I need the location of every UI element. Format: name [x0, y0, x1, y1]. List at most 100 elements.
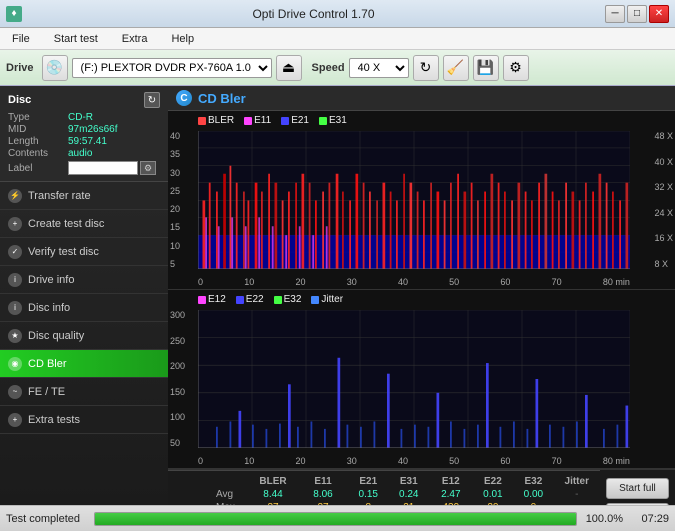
disc-label-gear-button[interactable]: ⚙ — [140, 161, 156, 175]
y2-label-100: 100 — [170, 412, 185, 422]
y-label-35: 35 — [170, 149, 180, 159]
drive-icon-button[interactable]: 💿 — [42, 55, 68, 81]
restore-button[interactable]: □ — [627, 5, 647, 23]
disc-contents-label: Contents — [8, 148, 68, 159]
menu-file[interactable]: File — [4, 31, 38, 47]
legend-e11: E11 — [244, 115, 271, 126]
x-label-20: 20 — [295, 277, 305, 287]
legend-e22-color — [236, 296, 244, 304]
disc-label-label: Label — [8, 163, 68, 174]
x2-label-0: 0 — [198, 456, 203, 466]
y2-label-200: 200 — [170, 361, 185, 371]
speed-24x: 24 X — [654, 208, 673, 218]
x2-label-40: 40 — [398, 456, 408, 466]
progress-bar-fill — [95, 513, 576, 525]
clear-button[interactable]: 🧹 — [443, 55, 469, 81]
disc-label-input[interactable] — [68, 161, 138, 175]
disc-title: Disc — [8, 94, 31, 106]
disc-refresh-button[interactable]: ↻ — [144, 92, 160, 108]
legend-e31-color — [319, 117, 327, 125]
disc-info-icon: i — [8, 301, 22, 315]
start-full-button[interactable]: Start full — [606, 478, 669, 499]
speed-48x: 48 X — [654, 131, 673, 141]
app-icon: ♦ — [6, 6, 22, 22]
disc-type-label: Type — [8, 112, 68, 123]
speed-32x: 32 X — [654, 182, 673, 192]
avg-e22: 0.01 — [473, 488, 513, 501]
sidebar-item-extra-tests[interactable]: + Extra tests — [0, 406, 168, 434]
create-test-disc-icon: + — [8, 217, 22, 231]
x-label-10: 10 — [244, 277, 254, 287]
sidebar-item-drive-info[interactable]: i Drive info — [0, 266, 168, 294]
eject-button[interactable]: ⏏ — [276, 55, 302, 81]
disc-length-value: 59:57.41 — [68, 136, 107, 147]
menu-start-test[interactable]: Start test — [46, 31, 106, 47]
app-title: Opti Drive Control 1.70 — [22, 7, 605, 21]
drive-info-icon: i — [8, 273, 22, 287]
avg-e31: 0.24 — [389, 488, 429, 501]
main-layout: Disc ↻ Type CD-R MID 97m26s66f Length 59… — [0, 86, 675, 531]
sidebar-item-verify-test-disc[interactable]: ✓ Verify test disc — [0, 238, 168, 266]
charts-container: BLER E11 E21 E31 — [168, 111, 675, 531]
refresh-button[interactable]: ↻ — [413, 55, 439, 81]
legend-e12: E12 — [198, 294, 226, 305]
y2-label-150: 150 — [170, 387, 185, 397]
speed-16x: 16 X — [654, 233, 673, 243]
legend-bler-color — [198, 117, 206, 125]
settings-button[interactable]: ⚙ — [503, 55, 529, 81]
drive-select[interactable]: (F:) PLEXTOR DVDR PX-760A 1.07 — [72, 58, 272, 78]
y2-label-300: 300 — [170, 310, 185, 320]
chart-header: C CD Bler — [168, 86, 675, 111]
progress-time: 07:29 — [629, 513, 669, 525]
sidebar: Disc ↻ Type CD-R MID 97m26s66f Length 59… — [0, 86, 168, 531]
speed-40x: 40 X — [654, 157, 673, 167]
menu-help[interactable]: Help — [163, 31, 202, 47]
x2-label-10: 10 — [244, 456, 254, 466]
disc-mid-label: MID — [8, 124, 68, 135]
menu-extra[interactable]: Extra — [114, 31, 156, 47]
col-header-e31: E31 — [389, 475, 429, 488]
col-header-bler: BLER — [248, 475, 298, 488]
y-label-25: 25 — [170, 186, 180, 196]
sidebar-item-cd-bler[interactable]: ◉ CD Bler — [0, 350, 168, 378]
legend-e11-color — [244, 117, 252, 125]
legend-e12-color — [198, 296, 206, 304]
disc-mid-value: 97m26s66f — [68, 124, 117, 135]
progress-percent: 100.0% — [583, 513, 623, 525]
transfer-rate-icon: ⚡ — [8, 189, 22, 203]
col-header-e21: E21 — [348, 475, 388, 488]
x2-label-30: 30 — [347, 456, 357, 466]
y2-label-50: 50 — [170, 438, 185, 448]
legend-e22: E22 — [236, 294, 264, 305]
save-button[interactable]: 💾 — [473, 55, 499, 81]
y-label-15: 15 — [170, 222, 180, 232]
y-label-20: 20 — [170, 204, 180, 214]
extra-tests-icon: + — [8, 413, 22, 427]
minimize-button[interactable]: ─ — [605, 5, 625, 23]
sidebar-item-fe-te[interactable]: ~ FE / TE — [0, 378, 168, 406]
legend-e21-color — [281, 117, 289, 125]
sidebar-item-disc-quality[interactable]: ★ Disc quality — [0, 322, 168, 350]
progress-bar — [94, 512, 577, 526]
x-label-50: 50 — [449, 277, 459, 287]
bottom-chart-svg — [198, 310, 630, 448]
x-label-0: 0 — [198, 277, 203, 287]
speed-label: Speed — [312, 62, 345, 74]
y-label-10: 10 — [170, 241, 180, 251]
col-header-e12: E12 — [429, 475, 473, 488]
disc-type-value: CD-R — [68, 112, 93, 123]
sidebar-item-disc-info[interactable]: i Disc info — [0, 294, 168, 322]
avg-e12: 2.47 — [429, 488, 473, 501]
legend-e32: E32 — [274, 294, 302, 305]
sidebar-item-create-test-disc[interactable]: + Create test disc — [0, 210, 168, 238]
sidebar-item-transfer-rate[interactable]: ⚡ Transfer rate — [0, 182, 168, 210]
speed-select[interactable]: 40 X — [349, 58, 409, 78]
toolbar: Drive 💿 (F:) PLEXTOR DVDR PX-760A 1.07 ⏏… — [0, 50, 675, 86]
title-bar: ♦ Opti Drive Control 1.70 ─ □ ✕ — [0, 0, 675, 28]
legend-jitter-color — [311, 296, 319, 304]
y2-label-250: 250 — [170, 336, 185, 346]
nav-items: ⚡ Transfer rate + Create test disc ✓ Ver… — [0, 182, 168, 434]
disc-quality-icon: ★ — [8, 329, 22, 343]
close-button[interactable]: ✕ — [649, 5, 669, 23]
y-label-40: 40 — [170, 131, 180, 141]
